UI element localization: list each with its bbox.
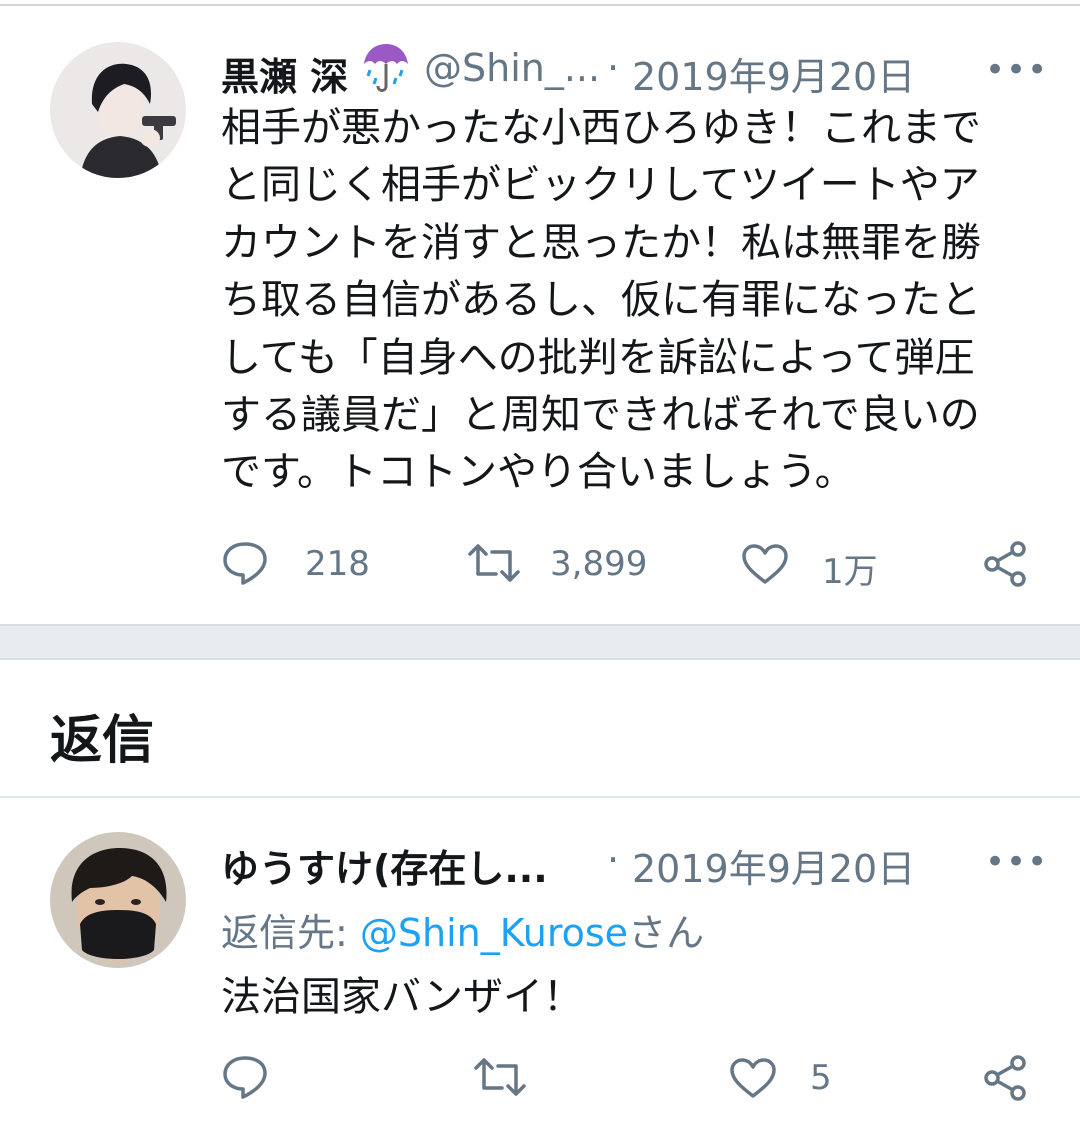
replying-to: 返信先: @Shin_Kuroseさん [221, 911, 705, 955]
reply-count: 218 [305, 544, 370, 584]
mention-link[interactable]: @Shin_Kurose [360, 911, 628, 955]
reply-icon[interactable] [221, 540, 269, 586]
avatar-main[interactable] [50, 42, 186, 178]
section-title: 返信 [50, 711, 155, 771]
reply-like-count: 5 [810, 1058, 832, 1098]
separator-dot: · [607, 46, 620, 90]
reply-date[interactable]: 2019年9月20日 [632, 838, 915, 893]
reply-share-icon[interactable] [982, 1054, 1030, 1102]
reply-retweet-icon[interactable] [472, 1056, 528, 1098]
avatar-reply[interactable] [50, 832, 186, 968]
top-border [0, 4, 1080, 6]
reply-more-icon[interactable]: ••• [985, 842, 1048, 882]
reply-reply-icon[interactable] [221, 1054, 269, 1100]
divider [0, 796, 1080, 798]
retweet-count: 3,899 [550, 544, 648, 584]
reply-display-name[interactable]: ゆうすけ(存在し... [221, 838, 548, 893]
umbrella-emoji [360, 40, 412, 96]
share-icon[interactable] [982, 540, 1030, 588]
tweet-date[interactable]: 2019年9月20日 [632, 46, 915, 101]
section-separator [0, 624, 1080, 660]
retweet-icon[interactable] [466, 542, 522, 584]
more-icon[interactable]: ••• [985, 50, 1048, 90]
display-name[interactable]: 黒瀬 深 [221, 46, 348, 101]
tweet-text: 相手が悪かったな小西ひろゆき！これまで と同じく相手がビックリしてツイートやア … [221, 105, 981, 496]
reply-text: 法治国家バンザイ！ [221, 974, 583, 1020]
like-icon[interactable] [740, 542, 790, 586]
reply-like-icon[interactable] [728, 1056, 778, 1100]
handle[interactable]: @Shin_... [424, 46, 600, 90]
reply-separator-dot: · [607, 838, 620, 882]
like-count: 1万 [822, 552, 878, 592]
